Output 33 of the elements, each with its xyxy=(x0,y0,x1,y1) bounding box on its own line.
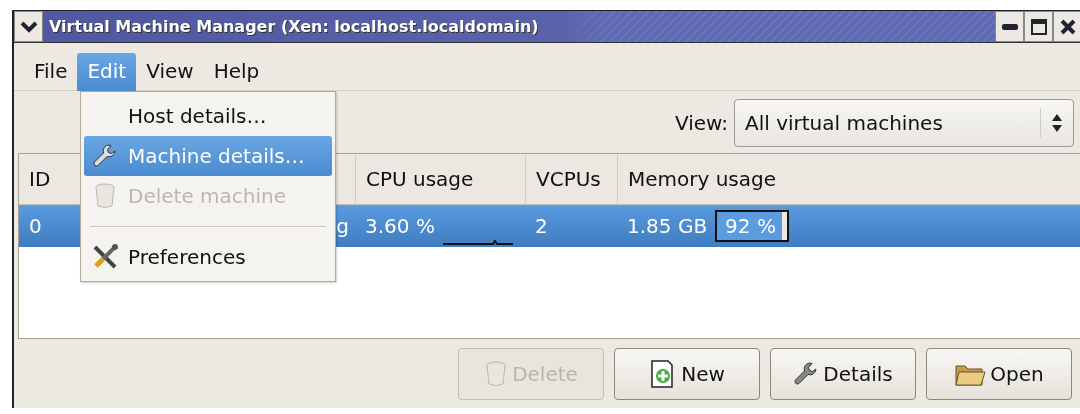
action-button[interactable]: Details xyxy=(770,348,916,400)
wrench-icon xyxy=(92,143,118,169)
memory-reading: 92 % xyxy=(724,214,776,238)
table-cell-text: 2 xyxy=(534,213,549,240)
minimize-icon xyxy=(1001,23,1018,30)
trash-icon xyxy=(484,360,509,388)
table-cell: 1.85 GB xyxy=(627,214,708,238)
chevron-icon xyxy=(19,20,38,33)
trash-icon xyxy=(93,182,117,210)
action-button[interactable]: New xyxy=(614,348,760,400)
window-menu-button[interactable] xyxy=(14,11,43,42)
table-cell-text: 0 xyxy=(28,213,43,240)
table-cell-text: g xyxy=(335,213,350,240)
maximize-icon xyxy=(1030,18,1047,35)
close-icon xyxy=(1059,18,1076,35)
close-button[interactable] xyxy=(1053,11,1080,42)
cpu-sparkline xyxy=(442,240,513,245)
minimize-button[interactable] xyxy=(995,11,1024,42)
table-cell: 3.60 % xyxy=(365,214,435,238)
view-dropdown[interactable]: All virtual machines xyxy=(734,99,1074,147)
view-label: View: xyxy=(674,111,728,135)
action-button[interactable]: Open xyxy=(926,348,1072,400)
menu-item[interactable]: View xyxy=(136,53,204,91)
spinner-arrows-icon xyxy=(1051,112,1063,134)
column-header[interactable]: Memory usage xyxy=(617,154,1080,204)
maximize-button[interactable] xyxy=(1024,11,1053,42)
column-header[interactable]: VCPUs xyxy=(525,154,617,204)
menu-item[interactable]: Help xyxy=(203,53,270,91)
tools-icon xyxy=(91,243,119,271)
wrench-icon xyxy=(793,361,820,387)
menu-entry[interactable]: Host details… xyxy=(84,96,332,136)
menu-item[interactable]: File xyxy=(24,53,78,91)
column-header[interactable]: CPU usage xyxy=(355,154,525,204)
